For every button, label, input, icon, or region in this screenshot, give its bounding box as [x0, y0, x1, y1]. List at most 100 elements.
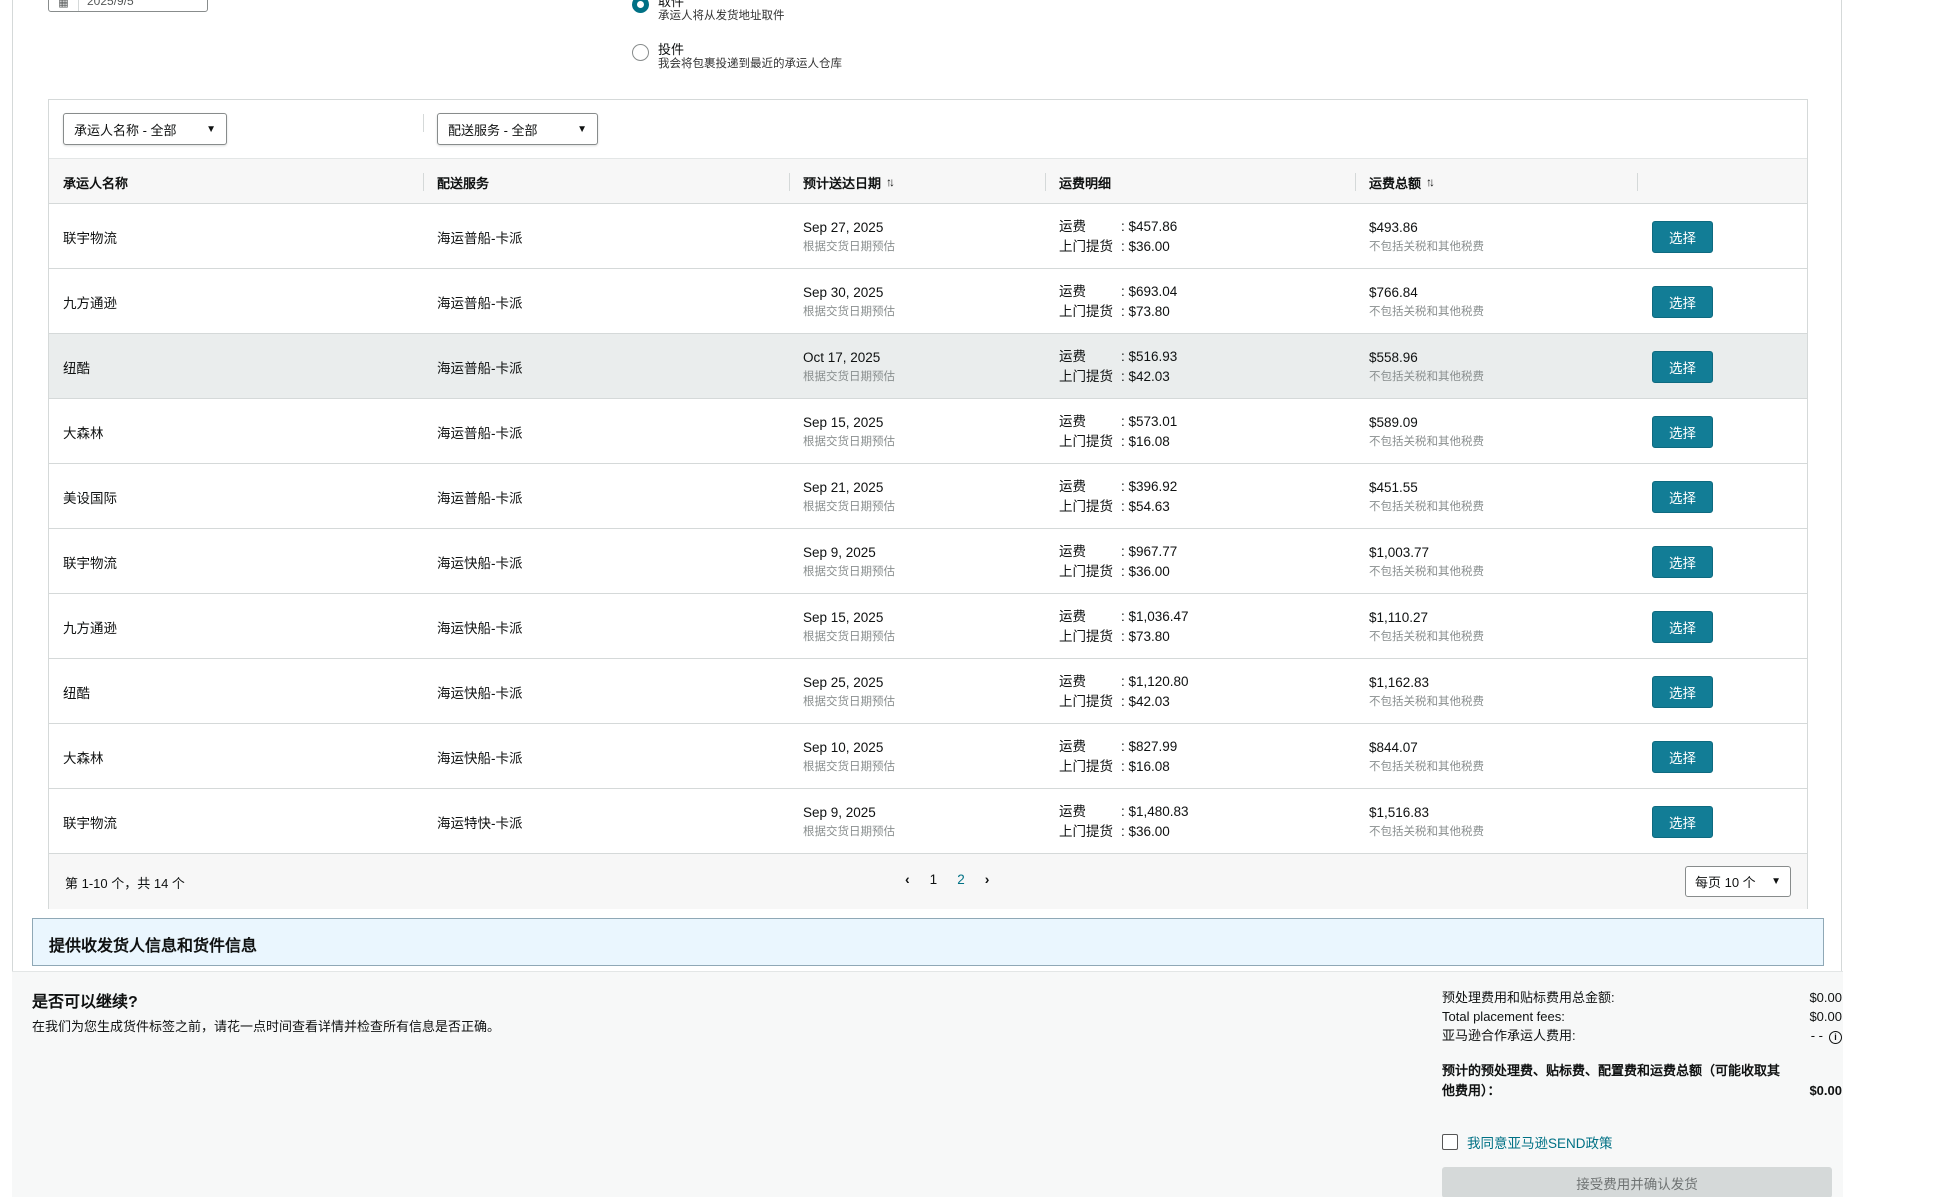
select-button[interactable]: 选择 — [1652, 286, 1713, 318]
table-row[interactable]: 美设国际 海运普船-卡派 Sep 21, 2025 根据交货日期预估 运费: $396.… — [49, 464, 1807, 529]
cell-carrier: 九方通逊 — [63, 594, 117, 659]
pickup-label: 上门提货 — [1059, 303, 1113, 319]
header-fee-detail: 运费明细 — [1059, 175, 1112, 191]
select-button[interactable]: 选择 — [1652, 546, 1713, 578]
pickup-line: 上门提货: $16.08 — [1059, 432, 1177, 452]
cell-fee-detail: 运费: $1,120.80 上门提货: $42.03 — [1059, 659, 1189, 724]
cell-eta: Sep 9, 2025 根据交货日期预估 — [803, 789, 895, 854]
agree-label[interactable]: 我同意亚马逊SEND政策 — [1467, 1132, 1613, 1152]
sort-icon[interactable]: ↑↓ — [1426, 175, 1435, 189]
header-fee-total[interactable]: 运费总额 ↑↓ — [1369, 159, 1435, 205]
carrier-name: 联宇物流 — [63, 555, 117, 571]
carrier-table: 承运人名称 - 全部 ▼ 配送服务 - 全部 ▼ 承运人名称 配送服务 预计送达… — [48, 99, 1808, 909]
agree-checkbox[interactable] — [1442, 1134, 1458, 1150]
info-icon[interactable]: i — [1829, 1031, 1842, 1044]
per-page-label: 每页 10 个 — [1695, 875, 1756, 890]
eta-date: Sep 15, 2025 — [803, 609, 884, 625]
filter-bar: 承运人名称 - 全部 ▼ 配送服务 - 全部 ▼ — [49, 100, 1807, 158]
fee-label: 运费 — [1059, 348, 1086, 364]
eta-note: 根据交货日期预估 — [803, 695, 895, 708]
page-1[interactable]: 1 — [930, 872, 938, 887]
cell-carrier: 纽酷 — [63, 334, 90, 399]
chevron-left-icon[interactable]: ‹ — [905, 871, 910, 887]
cell-eta: Sep 15, 2025 根据交货日期预估 — [803, 399, 895, 464]
summary-carrier-value-wrap: - -i — [1811, 1026, 1842, 1045]
eta-note: 根据交货日期预估 — [803, 825, 895, 838]
carrier-name: 联宇物流 — [63, 815, 117, 831]
fee-value: : $967.77 — [1121, 543, 1178, 559]
date-field[interactable]: ▦ 2025/9/5 — [48, 0, 208, 12]
chevron-right-icon[interactable]: › — [985, 871, 990, 887]
fee-total: $1,110.27 — [1369, 609, 1429, 625]
sort-icon[interactable]: ↑↓ — [886, 175, 895, 189]
cell-carrier: 大森林 — [63, 724, 104, 789]
radio-dropoff-button[interactable] — [632, 44, 649, 61]
table-header: 承运人名称 配送服务 预计送达日期 ↑↓ 运费明细 运费总额 ↑↓ — [49, 158, 1807, 204]
select-button[interactable]: 选择 — [1652, 221, 1713, 253]
select-button[interactable]: 选择 — [1652, 416, 1713, 448]
service-name: 海运普船-卡派 — [437, 425, 523, 441]
fee-total: $1,003.77 — [1369, 544, 1430, 560]
total-note: 不包括关税和其他税费 — [1369, 500, 1484, 513]
cell-eta: Sep 9, 2025 根据交货日期预估 — [803, 529, 895, 594]
pickup-value: : $36.00 — [1121, 238, 1170, 254]
table-row[interactable]: 联宇物流 海运快船-卡派 Sep 9, 2025 根据交货日期预估 运费: $967.7… — [49, 529, 1807, 594]
select-button[interactable]: 选择 — [1652, 611, 1713, 643]
cell-eta: Sep 27, 2025 根据交货日期预估 — [803, 204, 895, 269]
table-row[interactable]: 大森林 海运快船-卡派 Sep 10, 2025 根据交货日期预估 运费: $827.9… — [49, 724, 1807, 789]
service-name: 海运普船-卡派 — [437, 360, 523, 376]
summary-placement-value: $0.00 — [1809, 1009, 1842, 1024]
select-button[interactable]: 选择 — [1652, 481, 1713, 513]
table-row[interactable]: 纽酷 海运普船-卡派 Oct 17, 2025 根据交货日期预估 运费: $516.93… — [49, 334, 1807, 399]
radio-pickup[interactable]: 取件 承运人将从发货地址取件 — [632, 0, 785, 24]
table-row[interactable]: 九方通逊 海运普船-卡派 Sep 30, 2025 根据交货日期预估 运费: $693.… — [49, 269, 1807, 334]
select-button[interactable]: 选择 — [1652, 806, 1713, 838]
table-row[interactable]: 联宇物流 海运特快-卡派 Sep 9, 2025 根据交货日期预估 运费: $1,480… — [49, 789, 1807, 854]
cell-fee-total: $451.55 不包括关税和其他税费 — [1369, 464, 1484, 529]
fee-line: 运费: $967.77 — [1059, 542, 1177, 562]
confirm-title: 是否可以继续? — [32, 994, 138, 1011]
fee-value: : $516.93 — [1121, 348, 1178, 364]
page-2[interactable]: 2 — [957, 872, 965, 887]
radio-dropoff[interactable]: 投件 我会将包裹投递到最近的承运人仓库 — [632, 42, 842, 72]
cell-service: 海运快船-卡派 — [437, 594, 523, 659]
select-button[interactable]: 选择 — [1652, 741, 1713, 773]
service-name: 海运特快-卡派 — [437, 815, 523, 831]
header-eta[interactable]: 预计送达日期 ↑↓ — [803, 159, 895, 205]
pickup-line: 上门提货: $54.63 — [1059, 497, 1177, 517]
pickup-line: 上门提货: $16.08 — [1059, 757, 1177, 777]
eta-date: Sep 10, 2025 — [803, 739, 884, 755]
carrier-filter-dropdown[interactable]: 承运人名称 - 全部 ▼ — [63, 113, 227, 145]
cell-fee-detail: 运费: $516.93 上门提货: $42.03 — [1059, 334, 1177, 399]
radio-pickup-button[interactable] — [632, 0, 649, 13]
fee-label: 运费 — [1059, 673, 1086, 689]
cell-eta: Sep 10, 2025 根据交货日期预估 — [803, 724, 895, 789]
fee-label: 运费 — [1059, 283, 1086, 299]
agree-policy[interactable]: 我同意亚马逊SEND政策 — [1442, 1132, 1613, 1152]
pickup-value: : $73.80 — [1121, 303, 1170, 319]
cell-carrier: 美设国际 — [63, 464, 117, 529]
fee-value: : $827.99 — [1121, 738, 1178, 754]
chevron-down-icon: ▼ — [577, 123, 587, 135]
column-divider — [1355, 173, 1356, 191]
fee-total: $451.55 — [1369, 479, 1418, 495]
carrier-name: 大森林 — [63, 425, 104, 441]
calendar-icon[interactable]: ▦ — [49, 0, 79, 11]
column-divider — [423, 173, 424, 191]
fee-label: 运费 — [1059, 738, 1086, 754]
table-row[interactable]: 联宇物流 海运普船-卡派 Sep 27, 2025 根据交货日期预估 运费: $457.… — [49, 204, 1807, 269]
table-row[interactable]: 纽酷 海运快船-卡派 Sep 25, 2025 根据交货日期预估 运费: $1,120.… — [49, 659, 1807, 724]
shipper-info-section[interactable]: 提供收发货人信息和货件信息 — [32, 918, 1824, 966]
per-page-dropdown[interactable]: 每页 10 个 ▼ — [1685, 866, 1791, 897]
table-row[interactable]: 大森林 海运普船-卡派 Sep 15, 2025 根据交货日期预估 运费: $573.0… — [49, 399, 1807, 464]
cell-service: 海运特快-卡派 — [437, 789, 523, 854]
carrier-name: 九方通逊 — [63, 620, 117, 636]
summary-prep-label: 预处理费用和贴标费用总金额: — [1442, 990, 1615, 1005]
select-button[interactable]: 选择 — [1652, 351, 1713, 383]
service-filter-dropdown[interactable]: 配送服务 - 全部 ▼ — [437, 113, 598, 145]
confirm-panel: 是否可以继续? 在我们为您生成货件标签之前，请花一点时间查看详情并检查所有信息是… — [12, 971, 1843, 1197]
accept-confirm-button[interactable]: 接受费用并确认发货 — [1442, 1167, 1832, 1197]
table-row[interactable]: 九方通逊 海运快船-卡派 Sep 15, 2025 根据交货日期预估 运费: $1,03… — [49, 594, 1807, 659]
pickup-value: : $16.08 — [1121, 758, 1170, 774]
select-button[interactable]: 选择 — [1652, 676, 1713, 708]
